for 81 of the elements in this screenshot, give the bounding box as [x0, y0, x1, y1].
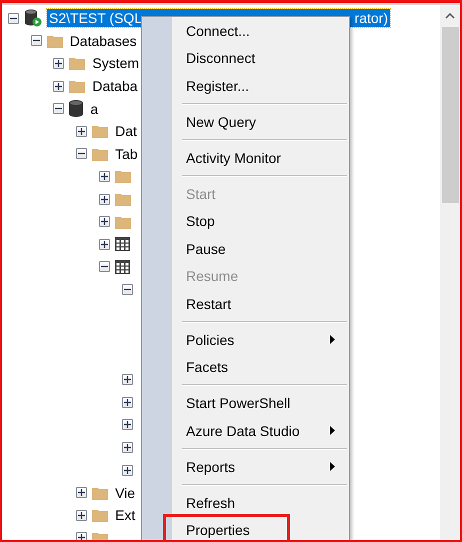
expand-button[interactable]	[122, 374, 132, 386]
plus-icon	[124, 398, 130, 406]
scrollbar[interactable]	[440, 3, 460, 540]
caret-icon	[330, 462, 335, 472]
database-icon	[69, 100, 84, 118]
folder-icon	[92, 486, 108, 500]
menu-item[interactable]: Refresh	[142, 489, 349, 516]
expand-button[interactable]	[98, 216, 110, 228]
menu-item[interactable]: Azure Data Studio	[142, 417, 349, 444]
folder-icon	[114, 169, 131, 184]
folder-icon	[92, 146, 108, 161]
collapse-button[interactable]	[98, 261, 110, 272]
folder-icon	[69, 56, 86, 70]
expand-button[interactable]	[76, 126, 88, 137]
menu-item[interactable]: Start PowerShell	[142, 390, 349, 417]
collapse-button[interactable]	[76, 148, 88, 160]
tree-item[interactable]: System	[90, 54, 142, 72]
menu-item[interactable]: Properties	[142, 516, 349, 540]
plus-icon	[100, 172, 108, 180]
menu-item[interactable]: Facets	[142, 354, 349, 381]
folder-icon	[92, 124, 108, 138]
expand-button[interactable]	[122, 419, 132, 430]
folder-icon	[114, 214, 131, 229]
server-icon	[24, 9, 42, 28]
table-icon	[114, 260, 130, 274]
tree-item[interactable]: Dat	[113, 122, 139, 140]
scroll-up-icon[interactable]	[445, 13, 455, 19]
expand-button[interactable]	[53, 80, 64, 92]
plus-icon	[124, 376, 130, 384]
menu-item[interactable]: Activity Monitor	[142, 144, 349, 172]
collapse-button[interactable]	[30, 35, 42, 46]
menu-item[interactable]: Disconnect	[142, 44, 349, 72]
tree-item-text: rator)	[354, 9, 388, 28]
expand-button[interactable]	[76, 532, 88, 540]
plus-icon	[100, 196, 108, 203]
plus-icon	[78, 128, 86, 135]
folder-icon	[46, 34, 63, 48]
expand-button[interactable]	[98, 170, 110, 182]
menu-item[interactable]: Connect...	[142, 17, 349, 44]
plus-icon	[78, 489, 86, 496]
plus-icon	[55, 82, 62, 90]
expand-button[interactable]	[122, 396, 132, 408]
menu-item[interactable]: Stop	[142, 208, 349, 235]
tree-item-text: S2\TEST (SQL	[49, 9, 142, 28]
plus-icon	[100, 240, 108, 248]
tree-item[interactable]: Ext	[113, 506, 138, 524]
tree-item[interactable]: Databa	[90, 77, 140, 96]
menu-item[interactable]: Restart	[142, 290, 349, 318]
plus-icon	[124, 421, 130, 428]
folder-icon	[114, 192, 131, 206]
folder-icon	[92, 508, 108, 522]
expand-button[interactable]	[122, 464, 132, 476]
table-icon	[114, 237, 130, 252]
expand-button[interactable]	[76, 487, 88, 498]
menu-item[interactable]: Register...	[142, 72, 349, 100]
expand-button[interactable]	[98, 238, 110, 250]
menu-item[interactable]: New Query	[142, 108, 349, 136]
expand-button[interactable]	[98, 194, 110, 205]
plus-icon	[55, 60, 62, 67]
tree-item[interactable]: Databases	[68, 32, 139, 50]
collapse-button[interactable]	[8, 12, 19, 24]
expand-button[interactable]	[53, 58, 64, 69]
folder-icon	[69, 79, 86, 94]
caret-icon	[330, 335, 335, 344]
collapse-button[interactable]	[53, 103, 64, 114]
plus-icon	[124, 466, 130, 474]
tree-item[interactable]: a	[88, 100, 100, 118]
plus-icon	[100, 218, 108, 226]
menu-item[interactable]: Pause	[142, 235, 349, 262]
caret-icon	[330, 426, 335, 436]
plus-icon	[78, 512, 86, 519]
menu-item[interactable]: Policies	[142, 326, 349, 354]
collapse-button[interactable]	[122, 284, 132, 295]
plus-icon	[124, 444, 130, 452]
plus-icon	[78, 534, 86, 540]
tree-item[interactable]: Tab	[113, 144, 140, 163]
expand-button[interactable]	[122, 442, 132, 454]
expand-button[interactable]	[76, 510, 88, 521]
menu-item[interactable]: Reports	[142, 453, 349, 480]
scroll-thumb[interactable]	[442, 27, 458, 203]
tree-item[interactable]: Vie	[113, 484, 138, 502]
